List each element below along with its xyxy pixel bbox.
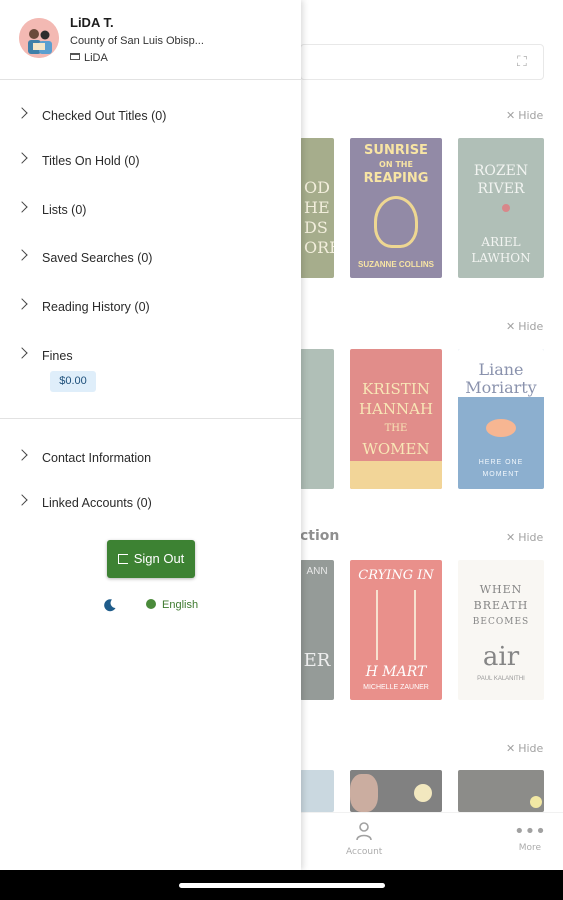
menu-reading-history[interactable]: Reading History (0) (0, 292, 301, 324)
avatar (19, 18, 59, 58)
chevron-right-icon (16, 249, 28, 261)
menu-lists[interactable]: Lists (0) (0, 195, 301, 227)
chevron-right-icon (16, 347, 28, 359)
moon-icon[interactable] (103, 598, 117, 612)
fines-amount-badge: $0.00 (50, 371, 96, 392)
chevron-right-icon (16, 152, 28, 164)
library-card: LiDA (70, 52, 108, 64)
menu-fines[interactable]: Fines (0, 341, 301, 373)
menu-saved-searches[interactable]: Saved Searches (0) (0, 243, 301, 275)
profile-header: LiDA T. County of San Luis Obisp... LiDA (0, 0, 301, 80)
menu-contact-information[interactable]: Contact Information (0, 443, 301, 475)
sign-out-icon (117, 554, 128, 564)
sign-out-button[interactable]: Sign Out (107, 540, 195, 578)
system-nav-bar (0, 870, 563, 900)
user-name: LiDA T. (70, 15, 114, 30)
chevron-right-icon (16, 107, 28, 119)
card-icon (70, 53, 80, 60)
chevron-right-icon (16, 449, 28, 461)
menu-linked-accounts[interactable]: Linked Accounts (0) (0, 488, 301, 520)
home-gesture-handle[interactable] (179, 883, 385, 888)
language-selector[interactable]: English (146, 599, 198, 611)
chevron-right-icon (16, 201, 28, 213)
globe-icon (146, 599, 156, 609)
library-name: County of San Luis Obisp... (70, 35, 204, 47)
divider (0, 418, 301, 419)
navigation-drawer: LiDA T. County of San Luis Obisp... LiDA… (0, 0, 301, 870)
chevron-right-icon (16, 298, 28, 310)
menu-titles-on-hold[interactable]: Titles On Hold (0) (0, 146, 301, 178)
menu-checked-out-titles[interactable]: Checked Out Titles (0) (0, 101, 301, 133)
chevron-right-icon (16, 494, 28, 506)
